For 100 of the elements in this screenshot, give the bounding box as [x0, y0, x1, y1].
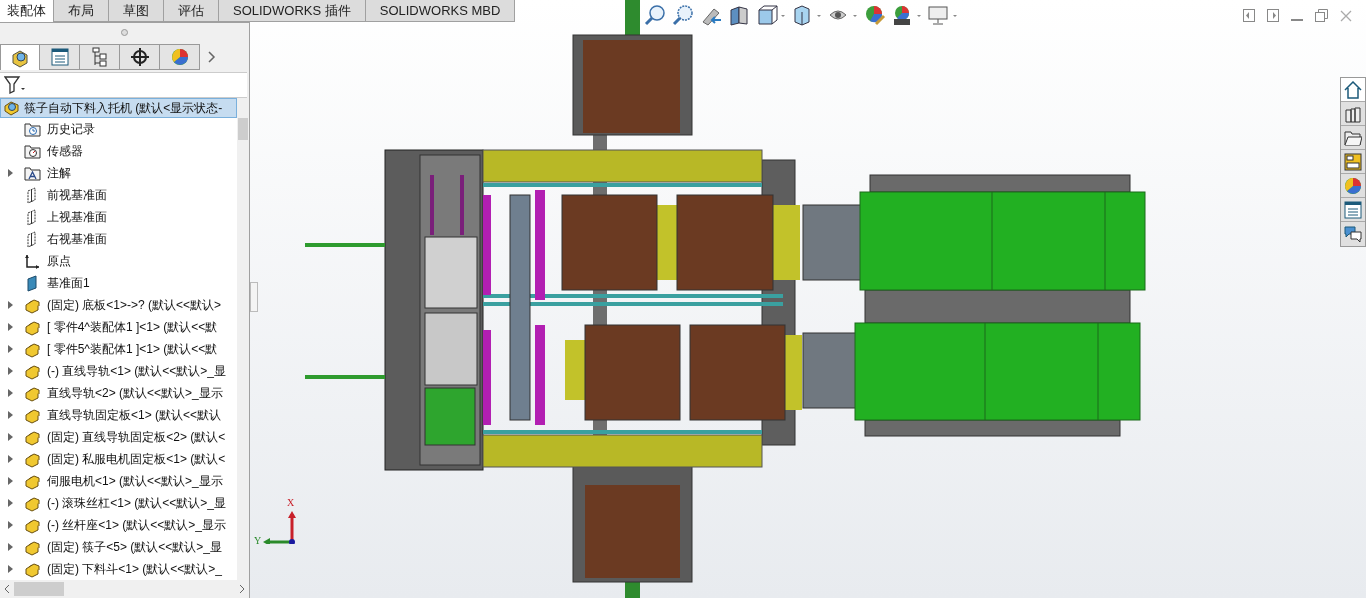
- tree-item[interactable]: (-) 滚珠丝杠<1> (默认<<默认>_显: [0, 492, 237, 514]
- panel-collapse-handle[interactable]: [250, 282, 258, 312]
- panel-tab[interactable]: [40, 44, 80, 70]
- tree-item[interactable]: [ 零件4^装配体1 ]<1> (默认<<默: [0, 316, 237, 338]
- tile-left-icon[interactable]: [1243, 9, 1255, 22]
- part-icon: [23, 318, 41, 336]
- expand-arrow-icon[interactable]: [7, 433, 13, 441]
- section-view-icon[interactable]: [728, 4, 750, 26]
- expand-arrow-icon[interactable]: [7, 345, 13, 353]
- tree-item[interactable]: (-) 直线导轨<1> (默认<<默认>_显: [0, 360, 237, 382]
- expand-arrow-icon[interactable]: [7, 169, 13, 177]
- tree-item[interactable]: 注解: [0, 162, 237, 184]
- panel-tab[interactable]: [80, 44, 120, 70]
- part-icon: [23, 384, 41, 402]
- tree-item[interactable]: 直线导轨固定板<1> (默认<<默认: [0, 404, 237, 426]
- expand-arrow-icon[interactable]: [7, 389, 13, 397]
- filter-icon[interactable]: [4, 76, 26, 94]
- panel-tab[interactable]: [0, 44, 40, 70]
- part-icon: [23, 406, 41, 424]
- monitor-icon[interactable]: [928, 4, 958, 26]
- expand-arrow-icon[interactable]: [7, 521, 13, 529]
- scrollbar-thumb[interactable]: [14, 582, 64, 596]
- panel-tab[interactable]: [120, 44, 160, 70]
- tree-item[interactable]: (固定) 下料斗<1> (默认<<默认>_: [0, 558, 237, 580]
- expand-arrow-icon[interactable]: [7, 499, 13, 507]
- books-icon: [1344, 104, 1362, 123]
- annotation-folder-icon: [23, 164, 41, 182]
- tree-item[interactable]: (固定) 私服电机固定板<1> (默认<: [0, 448, 237, 470]
- view-palette-tab[interactable]: [1341, 150, 1365, 174]
- restore-icon[interactable]: [1315, 9, 1328, 22]
- vertical-scrollbar[interactable]: [237, 98, 249, 580]
- chat-bubbles-icon: [1344, 225, 1362, 243]
- x-axis-label: X: [287, 498, 295, 508]
- expand-arrow-icon[interactable]: [7, 323, 13, 331]
- expand-arrow-icon[interactable]: [7, 543, 13, 551]
- part-icon: [23, 516, 41, 534]
- configuration-tree-icon: [89, 47, 110, 67]
- command-tab[interactable]: 布局: [54, 0, 109, 22]
- command-tab[interactable]: 装配体: [0, 0, 54, 22]
- folder-icon: [1344, 128, 1362, 147]
- tree-item[interactable]: 原点: [0, 250, 237, 272]
- chevron-right-icon[interactable]: [208, 51, 216, 63]
- tree-item[interactable]: (-) 丝杆座<1> (默认<<默认>_显示: [0, 514, 237, 536]
- part-icon: [23, 560, 41, 578]
- home-icon: [1344, 80, 1362, 99]
- tree-item[interactable]: [ 零件5^装配体1 ]<1> (默认<<默: [0, 338, 237, 360]
- scrollbar-thumb[interactable]: [238, 118, 248, 140]
- part-icon: [23, 428, 41, 446]
- part-icon: [23, 362, 41, 380]
- expand-arrow-icon[interactable]: [7, 367, 13, 375]
- expand-arrow-icon[interactable]: [7, 565, 13, 573]
- command-tab[interactable]: 草图: [109, 0, 164, 22]
- history-folder-icon: [23, 120, 41, 138]
- zoom-to-fit-icon[interactable]: [644, 4, 666, 26]
- origin-icon: [23, 252, 41, 270]
- scroll-left-icon[interactable]: [4, 584, 10, 594]
- part-icon: [23, 450, 41, 468]
- custom-properties-tab[interactable]: [1341, 198, 1365, 222]
- part-icon: [23, 296, 41, 314]
- expand-arrow-icon[interactable]: [7, 301, 13, 309]
- scene-icon[interactable]: [892, 4, 922, 26]
- tree-item[interactable]: 传感器: [0, 140, 237, 162]
- crosshair-icon: [129, 47, 150, 67]
- tree-item[interactable]: 上视基准面: [0, 206, 237, 228]
- home-tab[interactable]: [1341, 78, 1365, 102]
- tree-item[interactable]: 直线导轨<2> (默认<<默认>_显示: [0, 382, 237, 404]
- command-tab[interactable]: SOLIDWORKS MBD: [365, 0, 516, 22]
- color-ball-icon: [1344, 176, 1362, 195]
- expand-arrow-icon[interactable]: [7, 411, 13, 419]
- list-icon: [1344, 200, 1362, 219]
- palette-icon: [1344, 152, 1362, 171]
- tree-item[interactable]: 历史记录: [0, 118, 237, 140]
- part-icon: [23, 538, 41, 556]
- color-ball-icon: [169, 47, 190, 67]
- part-icon: [23, 340, 41, 358]
- expand-arrow-icon[interactable]: [7, 455, 13, 463]
- tree-item[interactable]: 基准面1: [0, 272, 237, 294]
- tile-right-icon[interactable]: [1267, 9, 1279, 22]
- tree-item[interactable]: (固定) 筷子<5> (默认<<默认>_显: [0, 536, 237, 558]
- property-list-icon: [49, 47, 70, 67]
- display-style-icon[interactable]: [792, 4, 822, 26]
- tree-item[interactable]: (固定) 直线导轨固定板<2> (默认<: [0, 426, 237, 448]
- tree-item[interactable]: (固定) 底板<1>->? (默认<<默认>: [0, 294, 237, 316]
- tree-root-item[interactable]: 筷子自动下料入托机 (默认<显示状态-: [0, 98, 237, 118]
- part-icon: [23, 494, 41, 512]
- sensor-folder-icon: [23, 142, 41, 160]
- tree-item[interactable]: 前视基准面: [0, 184, 237, 206]
- command-tab[interactable]: 评估: [164, 0, 219, 22]
- zoom-area-icon[interactable]: [672, 4, 694, 26]
- expand-arrow-icon[interactable]: [7, 477, 13, 485]
- scroll-right-icon[interactable]: [239, 584, 245, 594]
- panel-grip[interactable]: [121, 29, 128, 36]
- view-orientation-icon[interactable]: [756, 4, 786, 26]
- tree-item[interactable]: 伺服电机<1> (默认<<默认>_显示: [0, 470, 237, 492]
- edit-appearance-icon[interactable]: [864, 4, 886, 26]
- axis-triad-drawing: [262, 510, 296, 544]
- tree-item[interactable]: 右视基准面: [0, 228, 237, 250]
- part-icon: [23, 472, 41, 490]
- assembly-icon: [3, 100, 21, 116]
- command-tab[interactable]: SOLIDWORKS 插件: [219, 0, 366, 22]
